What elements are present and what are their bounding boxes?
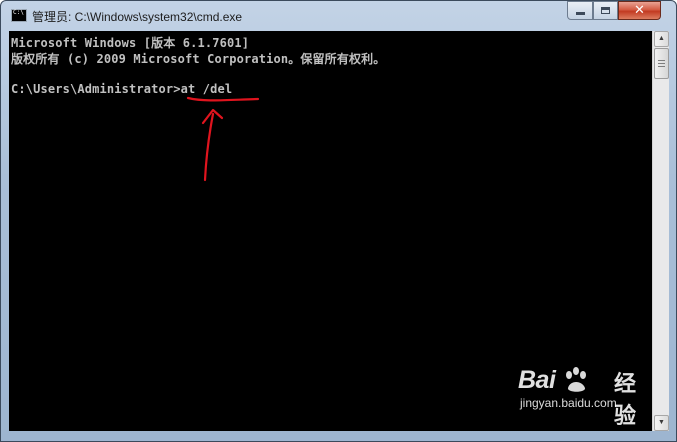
baidu-jingyan-watermark: Bai 经验 jingyan.baidu.com: [514, 366, 642, 428]
scroll-up-button[interactable]: ▲: [654, 31, 669, 47]
close-icon: ✕: [634, 3, 645, 18]
maximize-icon: [601, 7, 610, 14]
watermark-url: jingyan.baidu.com: [520, 396, 617, 410]
watermark-brand-left: Bai: [518, 366, 556, 394]
minimize-button[interactable]: [567, 1, 593, 20]
scroll-down-button[interactable]: ▼: [654, 415, 669, 431]
cmd-console-icon[interactable]: [11, 9, 27, 22]
baidu-paw-icon: [566, 367, 586, 392]
window-title: 管理员: C:\Windows\system32\cmd.exe: [32, 10, 243, 24]
maximize-button[interactable]: [593, 1, 618, 20]
minimize-icon: [575, 12, 585, 15]
scroll-thumb[interactable]: [654, 48, 669, 79]
console-line-command: C:\Users\Administrator>at /del: [11, 82, 233, 96]
console-line-copyright: 版权所有 (c) 2009 Microsoft Corporation。保留所有…: [11, 52, 386, 66]
close-button[interactable]: ✕: [618, 1, 661, 20]
console-line-version: Microsoft Windows [版本 6.1.7601]: [11, 36, 250, 50]
title-bar[interactable]: 管理员: C:\Windows\system32\cmd.exe ✕: [1, 1, 676, 31]
watermark-brand-right: 经验: [614, 371, 637, 428]
vertical-scrollbar[interactable]: ▲ ▼: [652, 31, 669, 431]
